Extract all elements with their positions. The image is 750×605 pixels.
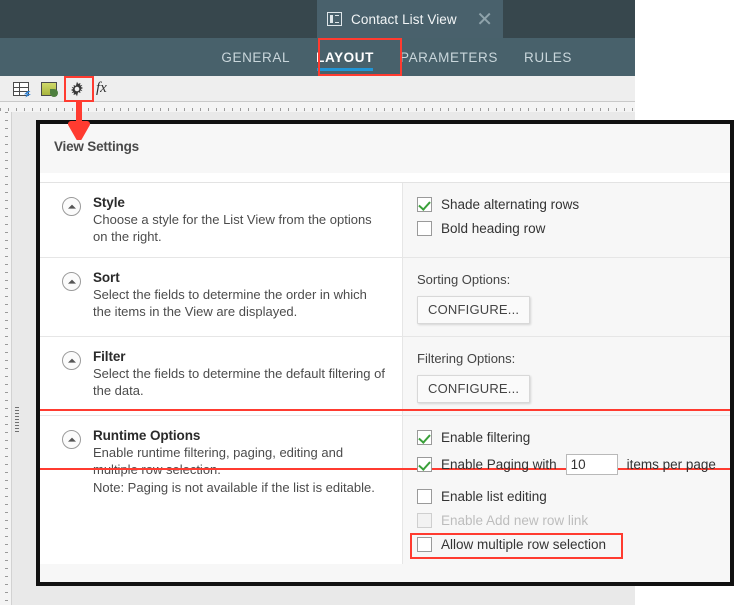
section-style-options: Shade alternating rows Bold heading row [402, 183, 730, 258]
section-filter-title: Filter [93, 349, 126, 365]
label-items-per-page: items per page [626, 457, 716, 473]
section-filter-description: Filter Select the fields to determine th… [40, 337, 402, 416]
label-enable-paging: Enable Paging with [441, 457, 557, 473]
list-view-icon [327, 12, 342, 26]
section-style-description: Style Choose a style for the List View f… [40, 183, 402, 258]
configure-sorting-button[interactable]: CONFIGURE... [417, 296, 531, 325]
tab-parameters[interactable]: PARAMETERS [387, 38, 511, 76]
checkbox-row-shade-alternating-rows[interactable]: Shade alternating rows [417, 197, 720, 212]
data-grid-button[interactable] [10, 79, 32, 99]
title-bar: Contact List View ✕ [0, 0, 635, 38]
section-runtime-options: Runtime Options Enable runtime filtering… [40, 409, 730, 565]
label-shade-alternating-rows: Shade alternating rows [441, 197, 580, 212]
section-runtime-option-list: Enable filtering Enable Paging with item… [40, 409, 730, 565]
dialog-header: View Settings [40, 124, 730, 168]
collapse-up-icon[interactable] [62, 197, 81, 216]
dialog-title: View Settings [54, 138, 139, 154]
label-allow-multiple-row-selection: Allow multiple row selection [441, 537, 607, 553]
filtering-options-label: Filtering Options: [417, 351, 516, 367]
paging-items-per-page-input[interactable] [565, 454, 618, 476]
designer-toolbar: fx [0, 76, 635, 102]
dialog-subbar [40, 168, 730, 183]
collapse-up-icon[interactable] [62, 430, 81, 450]
close-icon[interactable]: ✕ [476, 9, 493, 29]
checkbox-enable-list-editing[interactable] [417, 489, 432, 505]
checkbox-row-enable-list-editing[interactable]: Enable list editing [417, 489, 720, 505]
page-style-icon [41, 81, 58, 97]
section-sort-options: Sorting Options: CONFIGURE... [402, 258, 730, 337]
section-runtime-title: Runtime Options [93, 428, 201, 444]
vertical-ruler [0, 112, 12, 605]
configure-filtering-button[interactable]: CONFIGURE... [417, 375, 531, 404]
section-filter: Filter Select the fields to determine th… [40, 337, 730, 417]
label-enable-filtering: Enable filtering [441, 430, 531, 446]
resize-grip[interactable] [15, 407, 19, 433]
checkbox-enable-add-new-row [417, 513, 432, 529]
label-bold-heading-row: Bold heading row [441, 221, 546, 236]
section-sort-title: Sort [93, 270, 120, 286]
down-arrow-annotation [68, 100, 90, 140]
checkbox-enable-filtering[interactable] [417, 430, 432, 446]
tab-rules[interactable]: RULES [511, 38, 585, 76]
section-runtime-description: Runtime Options Enable runtime filtering… [40, 416, 402, 565]
settings-sections: Style Choose a style for the List View f… [40, 183, 730, 565]
document-tab-contact-list-view[interactable]: Contact List View ✕ [317, 0, 503, 38]
section-sort-desc: Select the fields to determine the order… [93, 287, 367, 320]
checkbox-row-enable-filtering[interactable]: Enable filtering [417, 430, 720, 446]
section-filter-desc: Select the fields to determine the defau… [93, 366, 385, 399]
collapse-up-icon[interactable] [62, 351, 81, 371]
view-settings-button[interactable] [66, 79, 88, 99]
tab-layout[interactable]: LAYOUT [303, 38, 387, 76]
checkbox-allow-multiple-row-selection[interactable] [417, 537, 432, 553]
section-sort: Sort Select the fields to determine the … [40, 258, 730, 338]
checkbox-bold-heading-row[interactable] [417, 221, 432, 236]
section-style-desc: Choose a style for the List View from th… [93, 212, 372, 245]
nav-tab-strip: GENERAL LAYOUT PARAMETERS RULES [0, 38, 635, 76]
section-style: Style Choose a style for the List View f… [40, 183, 730, 259]
checkbox-row-enable-add-new-row: Enable Add new row link [417, 513, 720, 529]
document-tab-label: Contact List View [351, 11, 457, 27]
view-settings-gear-icon [69, 81, 85, 97]
section-sort-description: Sort Select the fields to determine the … [40, 258, 402, 337]
checkbox-row-bold-heading-row[interactable]: Bold heading row [417, 221, 720, 236]
section-style-title: Style [93, 195, 125, 210]
section-runtime-desc-1: Enable runtime filtering, paging, editin… [93, 445, 344, 478]
tab-general[interactable]: GENERAL [208, 38, 303, 76]
checkbox-row-enable-paging[interactable]: Enable Paging with items per page [417, 454, 720, 476]
label-enable-add-new-row: Enable Add new row link [441, 513, 589, 529]
collapse-up-icon[interactable] [62, 272, 81, 292]
checkbox-enable-paging[interactable] [417, 457, 432, 473]
data-grid-icon [13, 81, 29, 96]
formula-fx-icon[interactable]: fx [96, 80, 107, 97]
view-settings-dialog: View Settings Style Choose a style for t… [36, 120, 734, 586]
checkbox-row-allow-multiple-row-selection[interactable]: Allow multiple row selection [410, 533, 720, 560]
sorting-options-label: Sorting Options: [417, 272, 511, 288]
section-filter-options: Filtering Options: CONFIGURE... [402, 337, 730, 416]
page-style-button[interactable] [38, 79, 60, 99]
checkbox-shade-alternating-rows[interactable] [417, 197, 432, 212]
section-runtime-desc-2: Note: Paging is not available if the lis… [93, 479, 375, 495]
label-enable-list-editing: Enable list editing [441, 489, 547, 505]
